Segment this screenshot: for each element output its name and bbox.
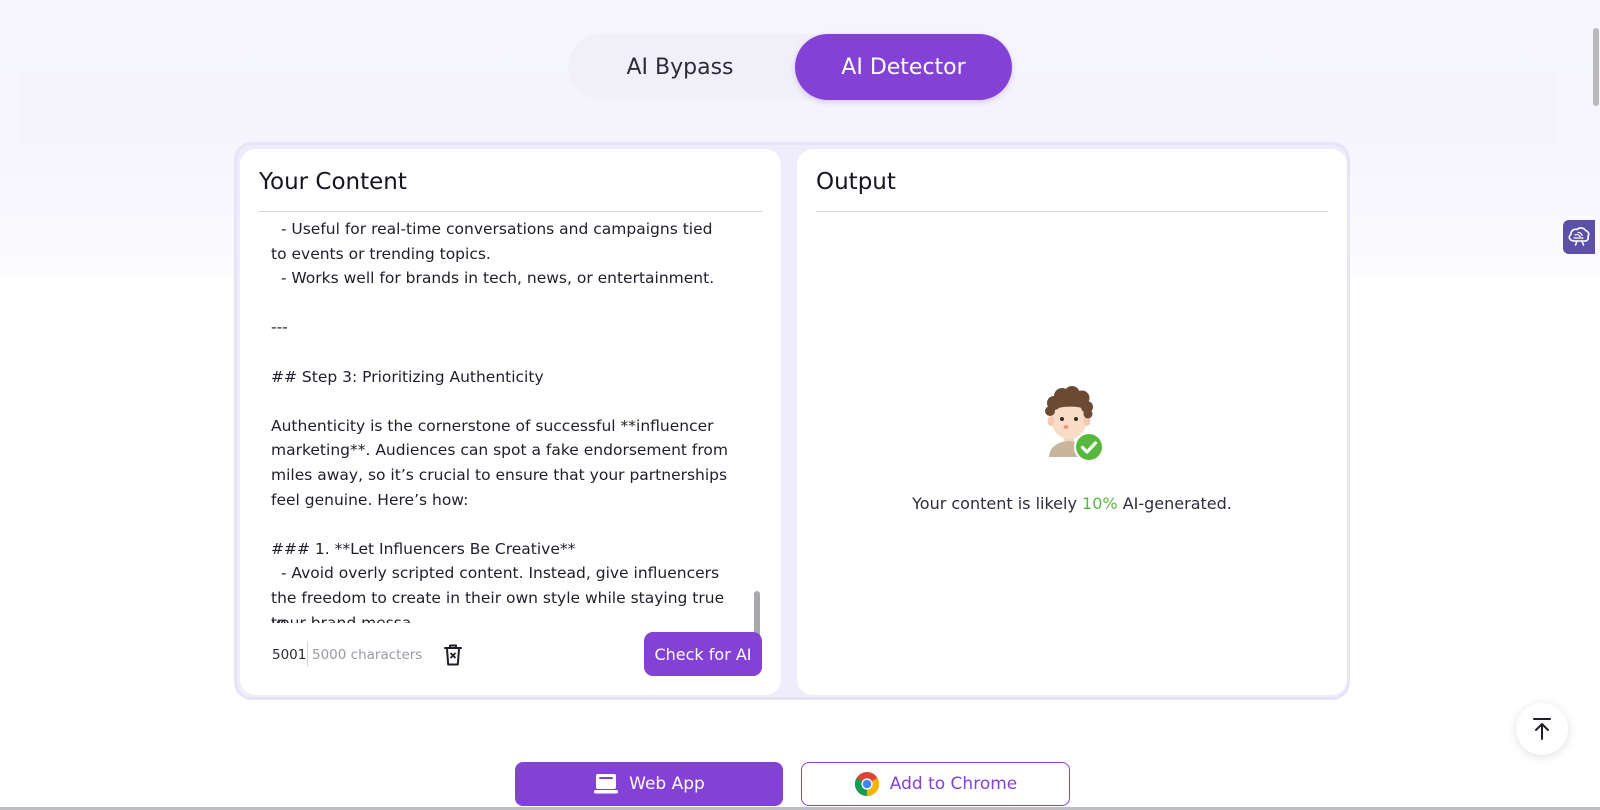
divider (816, 211, 1328, 212)
content-line (271, 340, 741, 365)
count-divider (307, 642, 308, 666)
input-panel: Your Content - Useful for real-time conv… (240, 149, 781, 695)
human-check-avatar-icon (1037, 383, 1107, 463)
tab-ai-detector[interactable]: AI Detector (795, 34, 1012, 100)
content-line: marketing**. Audiences can spot a fake e… (271, 441, 728, 460)
web-app-label: Web App (629, 774, 705, 794)
output-panel-title: Output (816, 169, 896, 195)
output-panel: Output Your content is likely 10% AI-gen… (797, 149, 1347, 695)
content-line: miles away, so it’s crucial to ensure th… (271, 465, 728, 484)
character-limit: 5000 characters (312, 647, 423, 663)
detection-result: Your content is likely 10% AI-generated. (797, 494, 1347, 513)
content-line: feel genuine. Here’s how: (271, 490, 469, 509)
content-line: - Useful for real-time conversations and… (271, 220, 713, 238)
content-line (271, 389, 741, 414)
content-line: the freedom to create in their own style… (271, 588, 730, 623)
content-line: ## Step 3: Prioritizing Authenticity (271, 367, 544, 386)
content-line: your brand messa (271, 613, 412, 624)
laptop-icon (594, 774, 619, 794)
brain-icon[interactable] (1563, 220, 1595, 254)
content-line: - Avoid overly scripted content. Instead… (271, 564, 720, 583)
content-line: - Works well for brands in tech, news, o… (271, 269, 715, 288)
mode-tabs: AI Bypass AI Detector (568, 34, 1012, 100)
result-percent: 10% (1082, 494, 1118, 513)
detector-panels: Your Content - Useful for real-time conv… (234, 142, 1350, 700)
check-for-ai-button[interactable]: Check for AI (644, 632, 762, 676)
content-line: Authenticity is the cornerstone of succe… (271, 416, 714, 435)
add-to-chrome-label: Add to Chrome (889, 774, 1018, 794)
back-to-top-button[interactable] (1516, 703, 1568, 755)
content-line (271, 512, 741, 537)
content-text: - Useful for real-time conversations and… (271, 217, 741, 623)
content-line: --- (271, 318, 288, 337)
character-count: 5001 (272, 647, 307, 663)
content-line: ### 1. **Let Influencers Be Creative** (271, 539, 576, 558)
result-prefix: Your content is likely (912, 494, 1077, 513)
input-panel-title: Your Content (259, 169, 407, 195)
trash-icon[interactable] (442, 643, 464, 667)
content-line (271, 291, 741, 316)
arrow-up-to-line-icon (1533, 718, 1551, 740)
content-textarea[interactable]: - Useful for real-time conversations and… (271, 215, 741, 623)
page-scrollbar[interactable] (1593, 28, 1599, 106)
web-app-button[interactable]: Web App (515, 762, 783, 806)
divider (259, 211, 762, 212)
chrome-logo-icon (854, 772, 879, 796)
result-suffix: AI-generated. (1122, 494, 1232, 513)
add-to-chrome-button[interactable]: Add to Chrome (801, 762, 1070, 806)
content-line: to events or trending topics. (271, 244, 491, 263)
tab-ai-bypass[interactable]: AI Bypass (568, 34, 792, 100)
